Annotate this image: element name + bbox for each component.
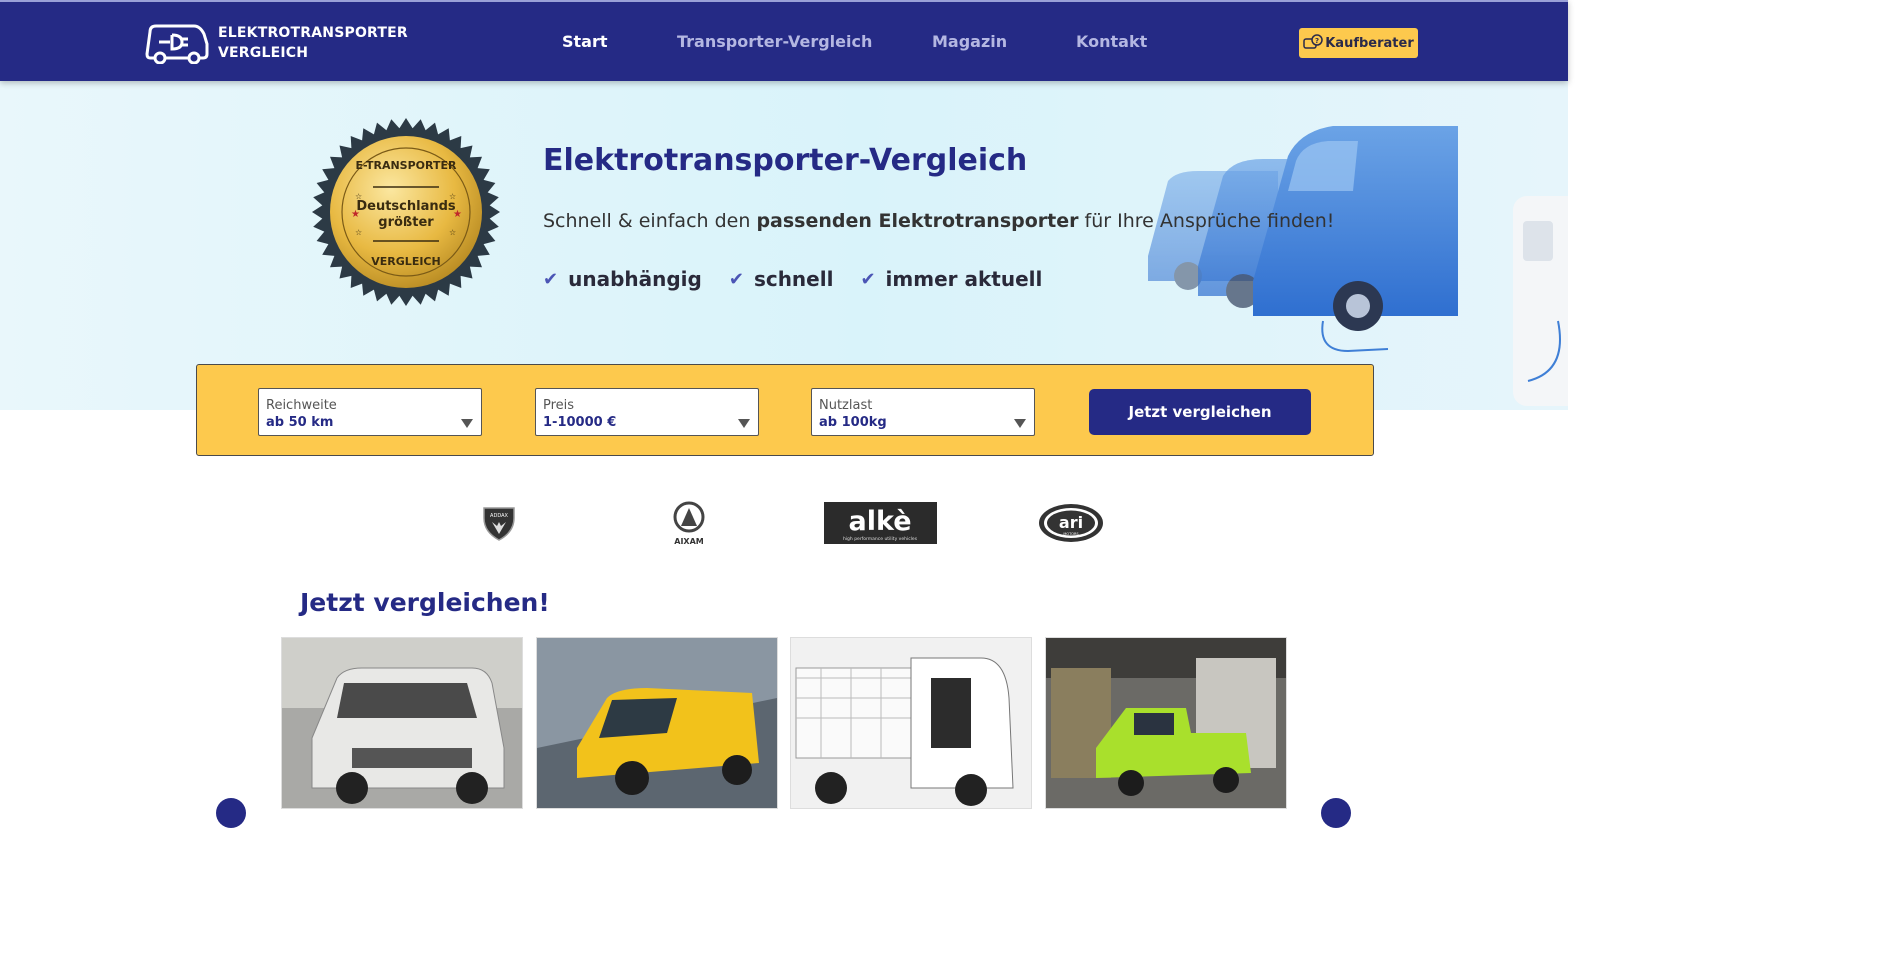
svg-text:alkè: alkè xyxy=(848,506,911,537)
svg-text:ari: ari xyxy=(1059,513,1083,532)
seal-star-icon: ★ xyxy=(453,209,462,220)
checkmark-icon: ✔ xyxy=(543,268,559,290)
seal-middle-line-2: größter xyxy=(378,215,434,230)
reichweite-value: ab 50 km xyxy=(266,415,334,430)
kaufberater-button[interactable]: ? Kaufberater xyxy=(1299,28,1418,58)
check-item: ✔ immer aktuell xyxy=(860,267,1043,291)
addax-logo[interactable]: ADDAX xyxy=(480,502,518,542)
vehicle-card[interactable] xyxy=(791,638,1031,808)
seal-top-text: E-TRANSPORTER xyxy=(356,159,457,172)
svg-text:MOTORS: MOTORS xyxy=(1063,532,1079,536)
aixam-logo[interactable]: AIXAM xyxy=(666,500,712,546)
svg-text:?: ? xyxy=(1315,37,1319,45)
kaufberater-label: Kaufberater xyxy=(1325,35,1414,51)
seal-star-icon: ★ xyxy=(351,209,360,220)
jetzt-vergleichen-button[interactable]: Jetzt vergleichen xyxy=(1089,389,1311,435)
nutzlast-label: Nutzlast xyxy=(819,398,873,413)
vehicle-image xyxy=(791,638,1031,808)
checkmark-icon: ✔ xyxy=(728,268,744,290)
top-navbar: ELEKTROTRANSPORTER VERGLEICH Start Trans… xyxy=(0,0,1568,81)
vehicle-card[interactable] xyxy=(537,638,777,808)
svg-text:ADDAX: ADDAX xyxy=(490,513,508,519)
vehicle-image xyxy=(537,638,777,808)
electric-vans-illustration xyxy=(1148,126,1568,406)
nav-start[interactable]: Start xyxy=(562,32,608,51)
vehicle-image xyxy=(1046,638,1286,808)
svg-text:☆: ☆ xyxy=(449,228,456,237)
svg-text:high performance utility vehic: high performance utility vehicles xyxy=(843,536,918,542)
site-logo[interactable]: ELEKTROTRANSPORTER VERGLEICH xyxy=(144,22,408,64)
dropdown-arrow-icon xyxy=(1014,419,1026,428)
seal-bottom-text: VERGLEICH xyxy=(371,255,440,268)
vehicle-image xyxy=(282,638,522,808)
feature-checks: ✔ unabhängig ✔ schnell ✔ immer aktuell xyxy=(543,267,1069,291)
check-item: ✔ unabhängig xyxy=(543,267,702,291)
logo-line-2: VERGLEICH xyxy=(218,45,309,61)
hero-section: E-TRANSPORTER Deutschlands größter VERGL… xyxy=(0,81,1568,410)
alke-logo[interactable]: alkè high performance utility vehicles xyxy=(824,502,937,544)
carousel-prev-button[interactable] xyxy=(216,798,246,828)
check-item: ✔ schnell xyxy=(728,267,834,291)
svg-text:AIXAM: AIXAM xyxy=(674,537,704,546)
vehicle-card[interactable] xyxy=(282,638,522,808)
hero-title: Elektrotransporter-Vergleich xyxy=(543,143,1028,178)
deutschlands-groesster-vergleich-seal: E-TRANSPORTER Deutschlands größter VERGL… xyxy=(312,118,500,306)
seal-middle-line-1: Deutschlands xyxy=(356,199,456,214)
vehicle-card[interactable] xyxy=(1046,638,1286,808)
logo-line-1: ELEKTROTRANSPORTER xyxy=(218,25,408,41)
nutzlast-value: ab 100kg xyxy=(819,415,887,430)
preis-select[interactable]: Preis 1-10000 € xyxy=(535,388,759,436)
section-title: Jetzt vergleichen! xyxy=(300,588,550,617)
reichweite-select[interactable]: Reichweite ab 50 km xyxy=(258,388,482,436)
dropdown-arrow-icon xyxy=(738,419,750,428)
ari-motors-logo[interactable]: ari MOTORS xyxy=(1037,502,1105,544)
hero-subtitle: Schnell & einfach den passenden Elektrot… xyxy=(543,210,1335,232)
van-plug-icon xyxy=(145,24,209,64)
preis-label: Preis xyxy=(543,398,575,413)
svg-text:☆: ☆ xyxy=(355,192,362,201)
carousel-next-button[interactable] xyxy=(1321,798,1351,828)
preis-value: 1-10000 € xyxy=(543,415,617,430)
search-filter-bar: Reichweite ab 50 km Preis 1-10000 € Nutz… xyxy=(196,364,1374,456)
nav-kontakt[interactable]: Kontakt xyxy=(1076,32,1147,51)
svg-text:☆: ☆ xyxy=(355,228,362,237)
svg-text:☆: ☆ xyxy=(449,192,456,201)
nav-magazin[interactable]: Magazin xyxy=(932,32,1007,51)
brand-logo-strip: ADDAX AIXAM alkè high performance utilit… xyxy=(0,500,1568,546)
nutzlast-select[interactable]: Nutzlast ab 100kg xyxy=(811,388,1035,436)
reichweite-label: Reichweite xyxy=(266,398,337,413)
advisor-chat-icon: ? xyxy=(1303,34,1323,49)
nav-transporter-vergleich[interactable]: Transporter-Vergleich xyxy=(677,32,872,51)
checkmark-icon: ✔ xyxy=(860,268,876,290)
dropdown-arrow-icon xyxy=(461,419,473,428)
